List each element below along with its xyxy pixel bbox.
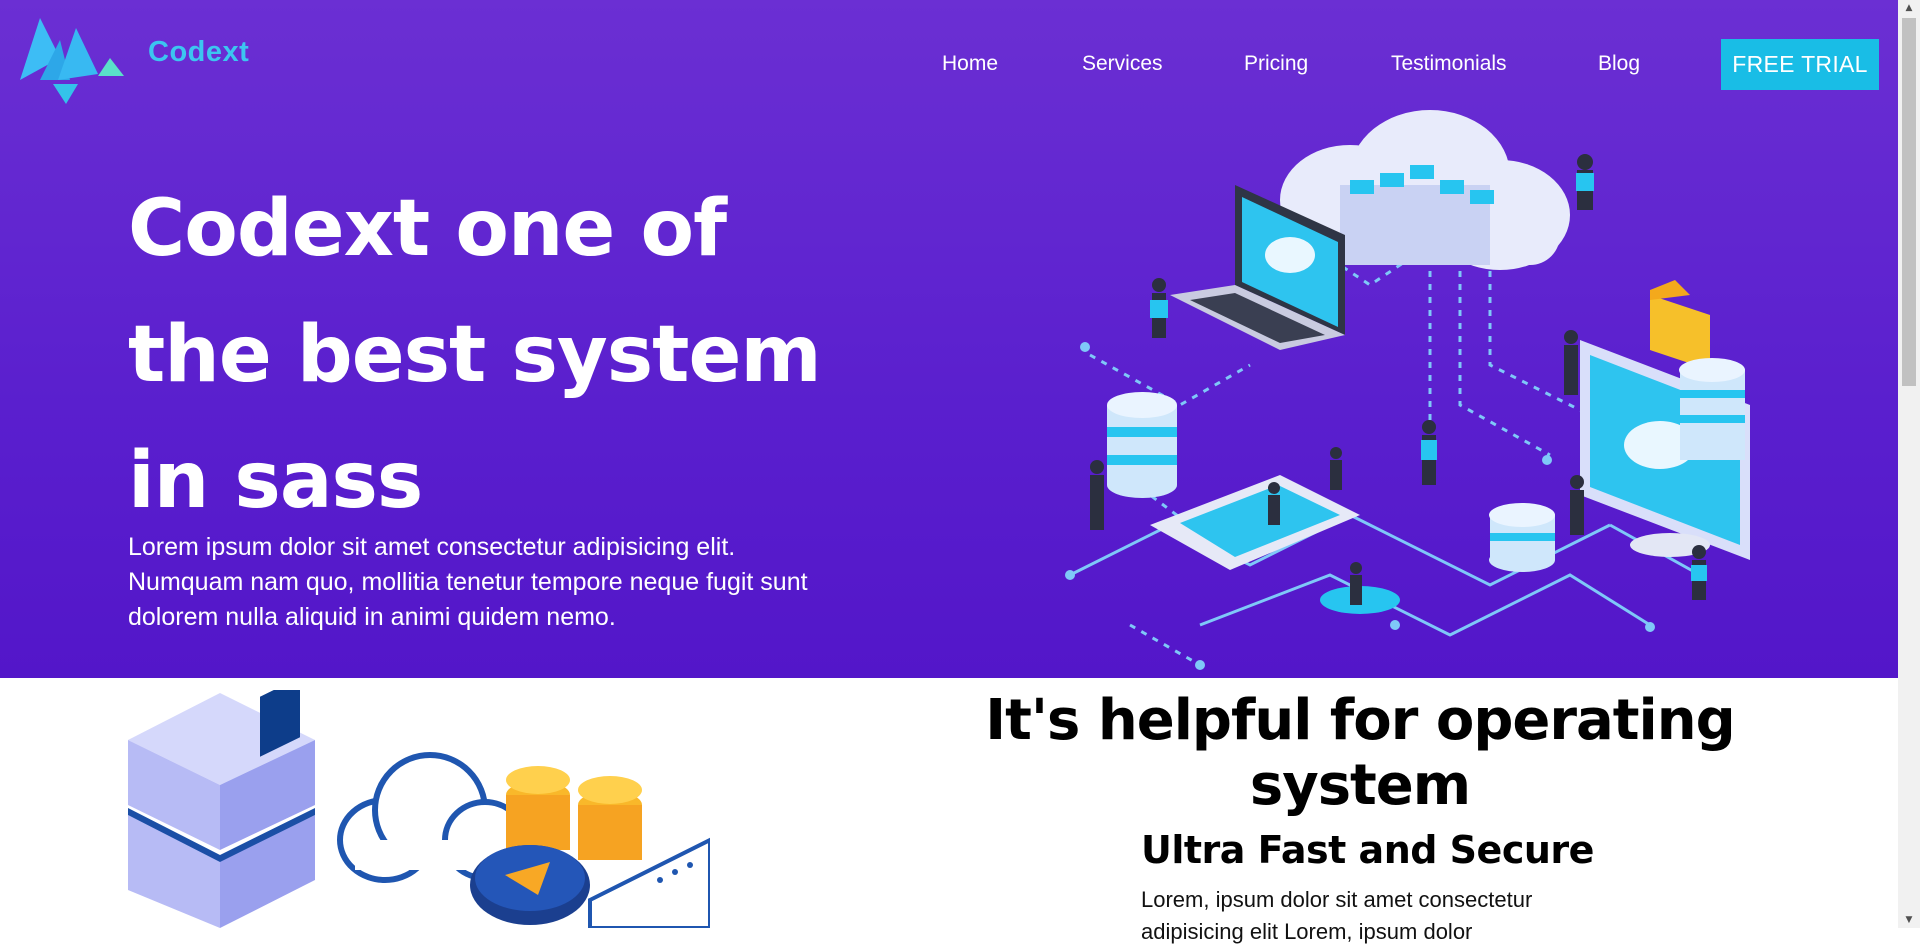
free-trial-button[interactable]: FREE TRIAL bbox=[1721, 39, 1879, 90]
nav-pricing[interactable]: Pricing bbox=[1244, 52, 1308, 76]
brand-name: Codext bbox=[148, 36, 250, 68]
nav-testimonials[interactable]: Testimonials bbox=[1391, 52, 1507, 76]
nav-blog[interactable]: Blog bbox=[1598, 52, 1640, 76]
scroll-up-icon[interactable]: ▲ bbox=[1898, 0, 1920, 16]
hero-section: Codext Home Services Pricing Testimonial… bbox=[0, 0, 1898, 678]
brand-logo[interactable]: Codext bbox=[18, 18, 249, 108]
scroll-thumb[interactable] bbox=[1902, 18, 1916, 386]
hero-title-line-3: in sass bbox=[128, 436, 423, 526]
section-title: It's helpful for operating system bbox=[985, 688, 1735, 818]
feature-description: Lorem, ipsum dolor sit amet consectetur … bbox=[1141, 887, 1533, 944]
page-scrollbar[interactable]: ▲ ▼ bbox=[1898, 0, 1920, 928]
scroll-down-icon[interactable]: ▼ bbox=[1898, 912, 1920, 928]
cloud-network-illustration bbox=[1065, 110, 1750, 670]
feature-title: Ultra Fast and Secure bbox=[1141, 828, 1594, 872]
codext-logo-icon bbox=[20, 18, 124, 104]
hero-title-line-1: Codext one of bbox=[128, 184, 727, 274]
hero-title: Codext one of the best system in sass bbox=[128, 166, 848, 544]
nav-home[interactable]: Home bbox=[942, 52, 998, 76]
hero-title-line-2: the best system bbox=[128, 310, 822, 400]
server-cloud-illustration bbox=[128, 690, 710, 928]
hero-description: Lorem ipsum dolor sit amet consectetur a… bbox=[128, 533, 808, 631]
nav-services[interactable]: Services bbox=[1082, 52, 1163, 76]
